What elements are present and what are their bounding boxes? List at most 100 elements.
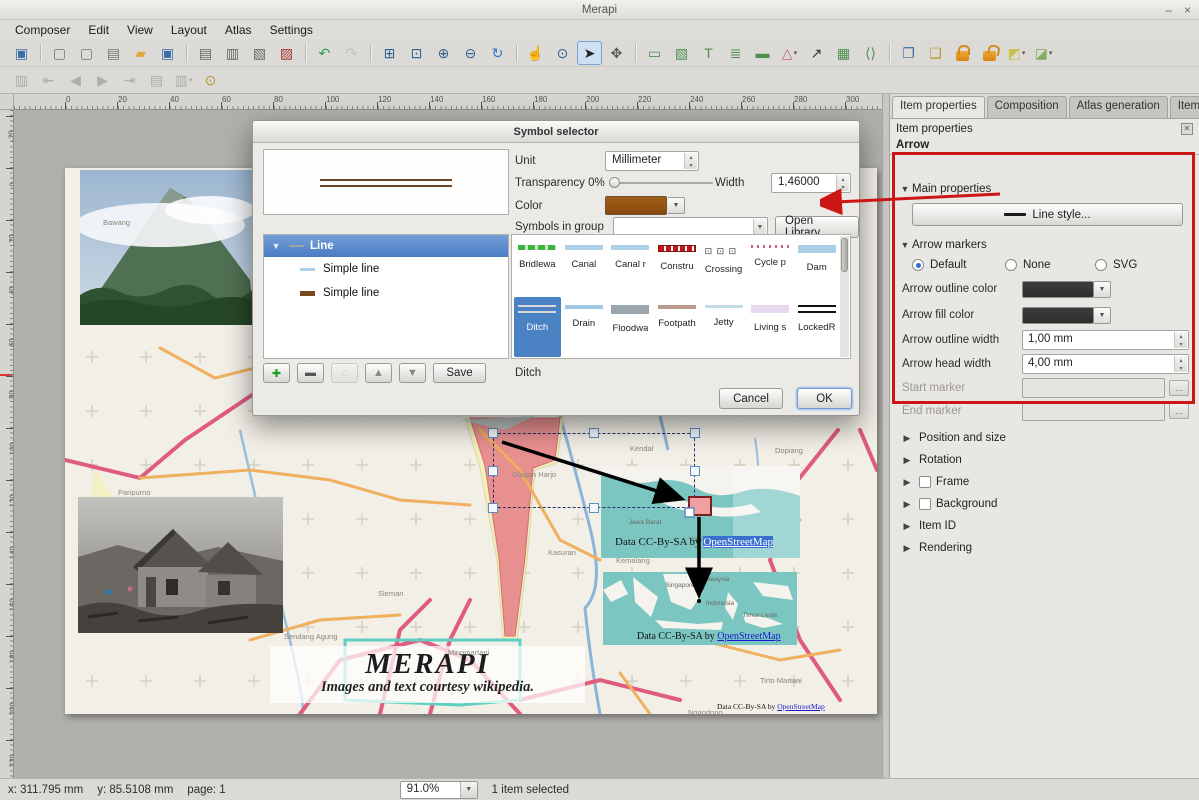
symbol-dam[interactable]: Dam [793,237,840,297]
symbol-lockedr[interactable]: LockedR [793,297,840,357]
selection-handle[interactable] [690,466,700,476]
chevron-down-icon[interactable]: ▼ [753,219,766,235]
selection-handle[interactable] [589,503,599,513]
expander-icon[interactable]: ▼ [269,241,283,251]
section-rotation[interactable]: ▶Rotation [890,449,1199,471]
unlock-items-icon[interactable] [977,41,1002,65]
start-marker-browse-button[interactable]: ... [1169,380,1189,396]
dock-splitter[interactable] [882,94,890,778]
move-up-symbol-button[interactable]: ▲ [365,363,392,383]
zoom-level-combo[interactable]: 91.0% ▼ [400,781,478,799]
spinner-arrows-icon[interactable]: ▴▾ [836,175,849,191]
menu-edit[interactable]: Edit [79,21,118,39]
arrow-fill-color-swatch[interactable] [1022,307,1094,324]
symbol-jetty[interactable]: Jetty [700,297,747,357]
duplicate-composition-icon[interactable]: ▢ [74,41,99,65]
tree-item-simple-line-1[interactable]: Simple line [264,257,508,281]
dialog-titlebar[interactable]: Symbol selector [253,121,859,143]
symbol-floodwa[interactable]: Floodwa [607,297,654,357]
add-map-icon[interactable]: ▭ [642,41,667,65]
tab-items[interactable]: Items [1170,96,1199,118]
symbol-living-s[interactable]: Living s [747,297,794,357]
move-item-content-icon[interactable]: ✥ [604,41,629,65]
selection-handle[interactable] [488,466,498,476]
export-image-icon[interactable]: ▥ [220,41,245,65]
chevron-down-icon[interactable]: ▼ [1094,281,1111,298]
tab-atlas-generation[interactable]: Atlas generation [1069,96,1168,118]
radio-svg[interactable]: SVG [1095,259,1165,271]
menu-settings[interactable]: Settings [261,21,322,39]
destroyed-house-photo[interactable] [78,497,283,633]
add-label-icon[interactable]: T [696,41,721,65]
spinner-arrows-icon[interactable]: ▴▾ [1174,356,1187,372]
new-composition-icon[interactable]: ▢ [47,41,72,65]
transparency-slider[interactable] [609,173,713,193]
symbol-constru[interactable]: Constru [654,237,701,297]
add-html-icon[interactable]: ⟨⟩ [858,41,883,65]
line-color-swatch[interactable] [605,196,667,215]
cancel-button[interactable]: Cancel [719,388,783,409]
save-symbol-button[interactable]: Save [433,363,486,383]
arrow-outline-width-input[interactable]: 1,00 mm ▴▾ [1022,330,1189,350]
export-svg-icon[interactable]: ▧ [247,41,272,65]
symbol-ditch[interactable]: Ditch [514,297,561,357]
pan-icon[interactable]: ☝ [523,41,548,65]
zoom-full-icon[interactable]: ⊞ [377,41,402,65]
title-label-item[interactable]: MERAPI Images and text courtesy wikipedi… [270,646,585,703]
spinner-arrows-icon[interactable]: ▴▾ [1174,332,1187,348]
scrollbar[interactable] [840,236,849,357]
add-image-icon[interactable]: ▧ [669,41,694,65]
remove-symbol-button[interactable]: ▬ [297,363,324,383]
selection-handle[interactable] [589,428,599,438]
line-style-button[interactable]: Line style... [912,203,1183,226]
checkbox[interactable] [919,476,931,488]
menu-composer[interactable]: Composer [6,21,79,39]
menu-atlas[interactable]: Atlas [216,21,261,39]
symbol-crossing[interactable]: Crossing [700,237,747,297]
menu-layout[interactable]: Layout [162,21,216,39]
chevron-down-icon[interactable]: ▼ [1094,307,1111,324]
osm-link[interactable]: OpenStreetMap [703,536,773,548]
chevron-down-icon[interactable]: ▾ [1022,49,1026,57]
section-item-id[interactable]: ▶Item ID [890,515,1199,537]
group-items-icon[interactable]: ❐ [896,41,921,65]
width-input[interactable]: 1,46000 ▴▾ [771,173,851,193]
scrollbar-thumb[interactable] [841,238,848,272]
zoom-actual-icon[interactable]: ⊡ [404,41,429,65]
add-arrow-icon[interactable]: ↗ [804,41,829,65]
chevron-down-icon[interactable]: ▾ [1049,49,1053,57]
selection-handle[interactable] [488,428,498,438]
zoom-out-icon[interactable]: ⊖ [458,41,483,65]
slider-knob[interactable] [609,177,620,188]
osm-link[interactable]: OpenStreetMap [717,631,780,642]
arrow-markers-group[interactable]: ▼ Arrow markers [898,239,987,251]
print-icon[interactable]: ▤ [193,41,218,65]
symbol-footpath[interactable]: Footpath [654,297,701,357]
selection-handle[interactable] [690,503,700,513]
arrow-head-width-input[interactable]: 4,00 mm ▴▾ [1022,354,1189,374]
selected-arrow-item-bounds[interactable] [493,433,695,508]
panel-close-icon[interactable]: ✕ [1181,123,1193,135]
symbol-drain[interactable]: Drain [561,297,608,357]
spinner-arrows-icon[interactable]: ▴▾ [684,153,697,169]
save-composition-icon[interactable]: ▣ [9,41,34,65]
chevron-down-icon[interactable]: ▼ [668,197,685,214]
menu-view[interactable]: View [118,21,162,39]
section-background[interactable]: ▶Background [890,493,1199,515]
tab-composition[interactable]: Composition [987,96,1067,118]
main-properties-group[interactable]: ▼ Main properties [898,183,991,195]
save-project-icon[interactable]: ▣ [155,41,180,65]
checkbox[interactable] [919,498,931,510]
ungroup-items-icon[interactable]: ❑ [923,41,948,65]
selection-handle[interactable] [690,428,700,438]
chevron-down-icon[interactable]: ▾ [794,49,798,57]
symbol-cycle-p[interactable]: Cycle p [747,237,794,297]
tab-item-properties[interactable]: Item properties [892,96,985,118]
unit-select[interactable]: Millimeter ▴▾ [605,151,699,171]
zoom-region-icon[interactable]: ⊙ [550,41,575,65]
add-table-icon[interactable]: ▦ [831,41,856,65]
add-symbol-button[interactable]: ✚ [263,363,290,383]
refresh-view-icon[interactable]: ↻ [485,41,510,65]
radio-none[interactable]: None [1005,259,1095,271]
tree-item-simple-line-2[interactable]: Simple line [264,281,508,305]
